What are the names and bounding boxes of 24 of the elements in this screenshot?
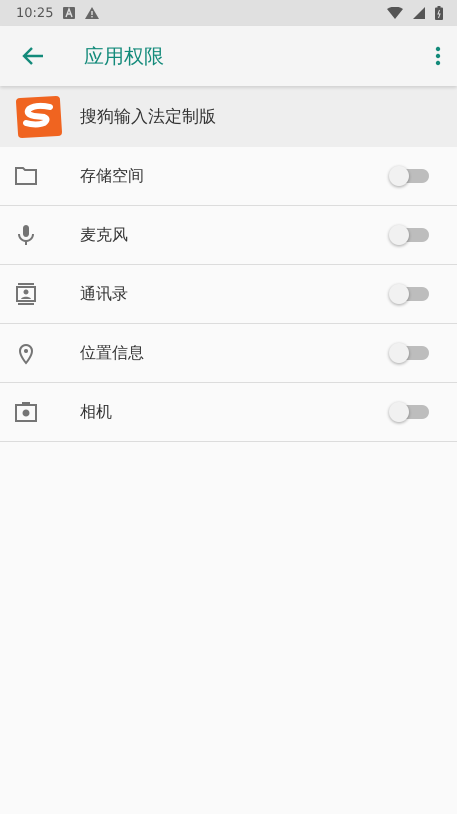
more-options-icon[interactable] <box>435 46 441 66</box>
permission-label: 位置信息 <box>80 342 145 364</box>
wifi-icon <box>387 7 403 19</box>
permission-toggle[interactable] <box>391 169 429 183</box>
signal-icon <box>413 7 425 19</box>
app-logo-icon <box>16 96 62 138</box>
permission-label: 相机 <box>80 402 113 422</box>
folder-icon <box>14 166 38 186</box>
notification-icon <box>63 7 76 19</box>
permission-label: 存储空间 <box>80 166 145 186</box>
contacts-icon <box>14 282 38 306</box>
permission-label: 通讯录 <box>80 284 129 304</box>
permission-toggle[interactable] <box>391 405 429 419</box>
permission-label: 麦克风 <box>80 224 129 246</box>
battery-icon <box>435 6 443 20</box>
back-arrow-icon[interactable] <box>22 47 44 65</box>
permission-toggle[interactable] <box>391 228 429 242</box>
warning-icon <box>85 7 100 19</box>
permission-toggle[interactable] <box>391 287 429 301</box>
status-time: 10:25 <box>16 6 54 20</box>
permission-toggle[interactable] <box>391 346 429 360</box>
page-title: 应用权限 <box>84 42 164 70</box>
camera-icon <box>14 401 38 423</box>
app-name: 搜狗输入法定制版 <box>80 106 216 128</box>
